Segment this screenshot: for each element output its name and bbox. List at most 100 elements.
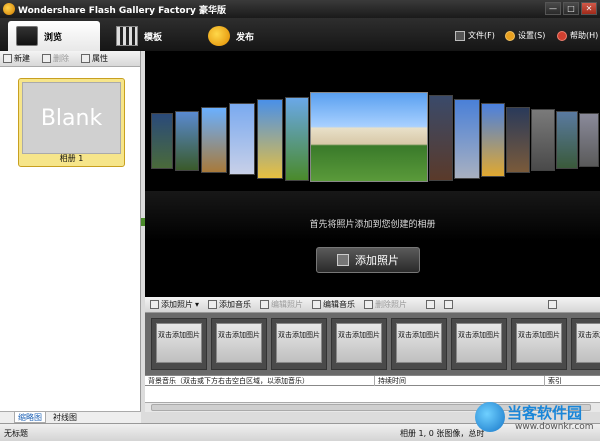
carousel-photo bbox=[151, 113, 173, 169]
delete-label: 删除 bbox=[53, 54, 69, 63]
watermark-text: 当客软件园 bbox=[507, 404, 583, 422]
tab-publish[interactable]: 发布 bbox=[200, 21, 290, 51]
music-list-header: 背景音乐（双击或下方右击空白区域，以添加音乐） 持续时间 索引 bbox=[145, 375, 600, 386]
index-column-header[interactable]: 索引 bbox=[545, 376, 600, 386]
carousel-photo bbox=[285, 97, 309, 181]
photo-slot-label: 双击添加图片 bbox=[516, 323, 562, 363]
photo-slot[interactable]: 双击添加图片 bbox=[391, 318, 447, 370]
photo-slot-label: 双击添加图片 bbox=[276, 323, 322, 363]
watermark-logo-icon bbox=[475, 402, 505, 432]
carousel-photo bbox=[229, 103, 255, 175]
photo-slot-label: 双击添加图片 bbox=[156, 323, 202, 363]
properties-icon bbox=[81, 54, 90, 63]
tab-label: 发布 bbox=[236, 32, 255, 43]
carousel-photo bbox=[531, 109, 555, 171]
carousel-photo bbox=[429, 95, 453, 181]
gear-icon bbox=[505, 30, 515, 41]
carousel-photo bbox=[257, 99, 283, 179]
edit-music-button[interactable]: 编辑音乐 bbox=[312, 299, 355, 310]
photo-slot[interactable]: 双击添加图片 bbox=[451, 318, 507, 370]
carousel-photo bbox=[175, 111, 199, 171]
photo-slot[interactable]: 双击添加图片 bbox=[151, 318, 207, 370]
rotate-left-icon[interactable] bbox=[426, 300, 436, 309]
tab-label: 浏览 bbox=[44, 32, 63, 43]
add-photo-button[interactable]: 添加照片 bbox=[316, 247, 420, 273]
photo-slot-label: 双击添加图片 bbox=[216, 323, 262, 363]
add-photo-label: 添加照片 bbox=[355, 254, 399, 267]
window-controls: — □ ✕ bbox=[545, 2, 597, 15]
carousel-photo bbox=[454, 99, 480, 179]
edit-music-icon bbox=[312, 300, 322, 309]
carousel-photo bbox=[201, 107, 227, 173]
maximize-button[interactable]: □ bbox=[563, 2, 579, 15]
settings-menu[interactable]: 设置(S) bbox=[505, 30, 545, 41]
delete-album-button[interactable]: 删除 bbox=[42, 53, 69, 64]
file-menu-label: 文件(F) bbox=[468, 31, 495, 40]
status-album-info: 相册 1, 0 张图像，总时 bbox=[400, 429, 485, 438]
tab-label: 模板 bbox=[144, 32, 163, 43]
left-panel-tabs: 缩略图 衬线图 bbox=[0, 411, 141, 423]
music-column-header[interactable]: 背景音乐（双击或下方右击空白区域，以添加音乐） bbox=[145, 376, 375, 386]
delete-icon bbox=[364, 300, 374, 309]
floor-reflection bbox=[145, 191, 600, 241]
album-toolbar: 新建 删除 属性 bbox=[0, 51, 140, 67]
album-properties-button[interactable]: 属性 bbox=[81, 53, 108, 64]
carousel-photo bbox=[506, 107, 530, 173]
carousel-photo bbox=[481, 103, 505, 177]
rotate-right-icon[interactable] bbox=[444, 300, 454, 309]
photo-slot[interactable]: 双击添加图片 bbox=[571, 318, 600, 370]
album-thumbnail: Blank bbox=[22, 82, 121, 154]
add-photo-icon bbox=[150, 300, 159, 309]
edit-photo-icon bbox=[260, 300, 270, 309]
watermark-url: www.downkr.com bbox=[515, 422, 594, 432]
minimize-button[interactable]: — bbox=[545, 2, 561, 15]
browse-icon bbox=[16, 26, 38, 46]
photo-slot-label: 双击添加图片 bbox=[456, 323, 502, 363]
add-photo-menu-button[interactable]: 添加照片 ▾ bbox=[150, 299, 199, 310]
photo-slot-label: 双击添加图片 bbox=[336, 323, 382, 363]
tab-lightbox[interactable]: 衬线图 bbox=[50, 412, 80, 423]
view-toggle-icon[interactable] bbox=[548, 300, 558, 309]
status-project-name: 无标题 bbox=[4, 429, 28, 438]
close-button[interactable]: ✕ bbox=[581, 2, 597, 15]
new-icon bbox=[3, 54, 12, 63]
main-tab-bar: 浏览 模板 发布 文件(F) 设置(S) 帮助(H) bbox=[0, 18, 600, 51]
photo-slot[interactable]: 双击添加图片 bbox=[271, 318, 327, 370]
photo-slot-label: 双击添加图片 bbox=[576, 323, 600, 363]
file-menu[interactable]: 文件(F) bbox=[455, 30, 495, 41]
carousel-photo bbox=[579, 113, 599, 167]
carousel-photo bbox=[556, 111, 578, 169]
photo-slot-label: 双击添加图片 bbox=[396, 323, 442, 363]
tab-template[interactable]: 模板 bbox=[108, 21, 198, 51]
album-panel: 新建 删除 属性 Blank 相册 1 缩略图 衬线图 bbox=[0, 51, 141, 423]
app-logo-icon bbox=[3, 3, 15, 15]
photo-slot[interactable]: 双击添加图片 bbox=[211, 318, 267, 370]
new-album-button[interactable]: 新建 bbox=[3, 53, 30, 64]
duration-column-header[interactable]: 持续时间 bbox=[375, 376, 545, 386]
add-photo-label: 添加照片 bbox=[161, 300, 193, 309]
new-label: 新建 bbox=[14, 54, 30, 63]
delete-photo-button[interactable]: 删除照片 bbox=[364, 299, 407, 310]
add-photo-icon bbox=[337, 254, 349, 266]
help-menu[interactable]: 帮助(H) bbox=[557, 30, 598, 41]
properties-label: 属性 bbox=[92, 54, 108, 63]
album-item[interactable]: Blank 相册 1 bbox=[18, 78, 125, 167]
carousel-photo-center bbox=[310, 92, 428, 182]
site-watermark: 当客软件园 www.downkr.com bbox=[475, 398, 600, 438]
add-music-button[interactable]: 添加音乐 bbox=[208, 299, 251, 310]
tab-browse[interactable]: 浏览 bbox=[8, 21, 100, 51]
trash-icon bbox=[42, 54, 51, 63]
edit-photo-label: 编辑照片 bbox=[271, 300, 304, 309]
photo-slot[interactable]: 双击添加图片 bbox=[511, 318, 567, 370]
photo-slot[interactable]: 双击添加图片 bbox=[331, 318, 387, 370]
help-icon bbox=[557, 30, 567, 41]
file-icon bbox=[455, 30, 465, 41]
chevron-down-icon: ▾ bbox=[195, 300, 200, 309]
edit-photo-button[interactable]: 编辑照片 bbox=[260, 299, 303, 310]
add-music-label: 添加音乐 bbox=[219, 300, 252, 309]
empty-album-hint: 首先将照片添加到您创建的相册 bbox=[309, 220, 436, 230]
photo-preview-area: 首先将照片添加到您创建的相册 添加照片 bbox=[145, 51, 600, 297]
publish-icon bbox=[208, 26, 230, 46]
tab-thumbnails[interactable]: 缩略图 bbox=[14, 412, 46, 423]
help-menu-label: 帮助(H) bbox=[570, 31, 599, 40]
